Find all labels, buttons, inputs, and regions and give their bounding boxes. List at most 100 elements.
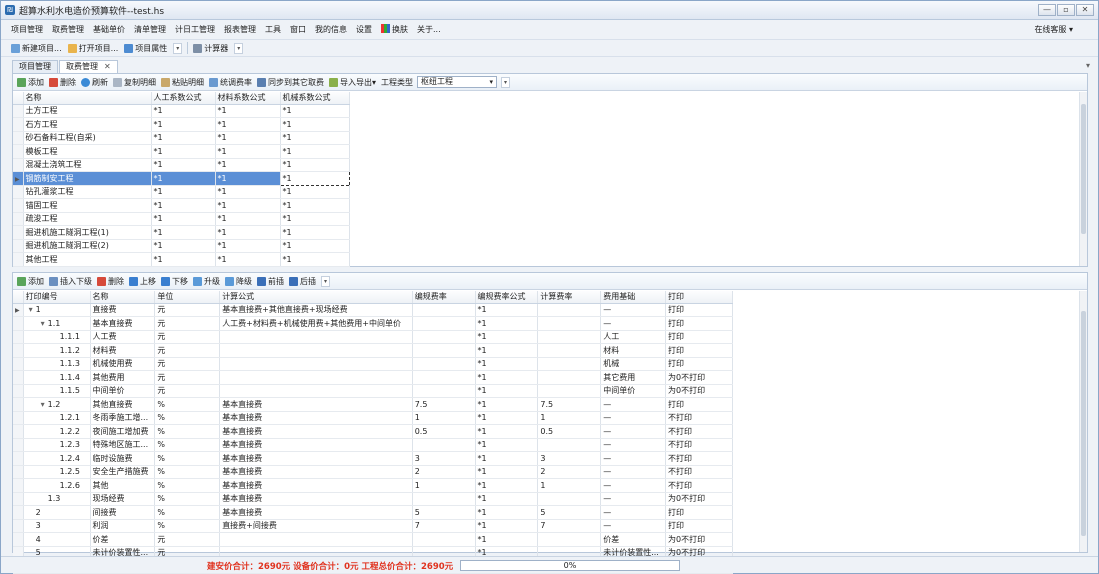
cell-unit[interactable]: % bbox=[154, 451, 221, 466]
col-rate-formula[interactable]: 编规费率公式 bbox=[475, 291, 539, 304]
upper-grid-row[interactable]: 掘进机施工隧洞工程(1) *1 *1 *1 bbox=[13, 225, 350, 240]
paste-detail-button[interactable]: 粘贴明细 bbox=[161, 77, 204, 88]
row-indicator[interactable] bbox=[13, 144, 24, 159]
cell-print[interactable]: 打印 bbox=[665, 330, 733, 344]
cell-labor-formula[interactable]: *1 bbox=[151, 225, 216, 240]
lower-grid-row[interactable]: 1.3 现场经费% 基本直接费 *1 — 为0不打印 bbox=[13, 492, 733, 506]
row-indicator[interactable] bbox=[13, 519, 24, 533]
cell-rate[interactable] bbox=[412, 330, 476, 344]
maximize-button[interactable]: ▫ bbox=[1057, 4, 1075, 16]
lower-grid-row[interactable]: 2 间接费% 基本直接费 5 *1 5— 打印 bbox=[13, 505, 733, 520]
cell-machine-formula[interactable]: *1 bbox=[280, 131, 350, 145]
cell-calc-rate[interactable]: 3 bbox=[537, 451, 602, 466]
cell-item-name[interactable]: 临时设施费 bbox=[90, 451, 156, 466]
expand-icon[interactable]: ▾ bbox=[26, 319, 48, 328]
cell-rate-formula[interactable]: *1 bbox=[475, 303, 539, 317]
cell-item-name[interactable]: 现场经费 bbox=[90, 492, 156, 506]
cell-item-name[interactable]: 材料费 bbox=[90, 343, 156, 358]
cell-item-name[interactable]: 人工费 bbox=[90, 330, 156, 344]
cell-formula[interactable]: 基本直接费 bbox=[219, 492, 413, 506]
lower-grid-row[interactable]: 1.1.5 中间单价元 *1 中间单价 为0不打印 bbox=[13, 384, 733, 398]
cell-print[interactable]: 不打印 bbox=[665, 424, 733, 439]
cell-print-code[interactable]: 1.1.1 bbox=[23, 330, 91, 344]
cell-machine-formula[interactable]: *1 bbox=[280, 252, 350, 267]
project-props-button[interactable]: 项目属性 bbox=[124, 43, 167, 54]
cell-unit[interactable]: 元 bbox=[154, 330, 221, 344]
col-formula[interactable]: 计算公式 bbox=[219, 291, 413, 304]
cell-name[interactable]: 掘进机施工隧洞工程(1) bbox=[23, 225, 152, 240]
upper-grid-row[interactable]: ▶ 钢筋制安工程 *1 *1 *1 bbox=[13, 171, 350, 186]
lower-delete-button[interactable]: 删除 bbox=[97, 276, 124, 287]
lower-add-button[interactable]: 添加 bbox=[17, 276, 44, 287]
cell-labor-formula[interactable]: *1 bbox=[151, 144, 216, 159]
cell-name[interactable]: 混凝土浇筑工程 bbox=[23, 158, 152, 172]
cell-machine-formula[interactable]: *1 bbox=[280, 144, 350, 159]
cell-machine-formula[interactable]: *1 bbox=[280, 239, 350, 253]
menu-daywork[interactable]: 计日工管理 bbox=[175, 24, 215, 35]
cell-print-code[interactable]: 1.1.3 bbox=[23, 357, 91, 371]
cell-print[interactable]: 打印 bbox=[665, 357, 733, 371]
cell-rate[interactable] bbox=[412, 438, 476, 452]
calculator-button[interactable]: 计算器 bbox=[193, 43, 228, 54]
cell-base[interactable]: — bbox=[600, 316, 667, 331]
cell-unit[interactable]: 元 bbox=[154, 357, 221, 371]
adjust-rate-button[interactable]: 统调费率 bbox=[209, 77, 252, 88]
add-button[interactable]: 添加 bbox=[17, 77, 44, 88]
menu-tools[interactable]: 工具 bbox=[265, 24, 281, 35]
cell-print[interactable]: 为0不打印 bbox=[665, 384, 733, 398]
cell-rate[interactable] bbox=[412, 370, 476, 385]
menu-about[interactable]: 关于... bbox=[417, 24, 441, 35]
lower-toolbar-dropdown[interactable]: ▾ bbox=[321, 275, 330, 287]
minimize-button[interactable]: — bbox=[1038, 4, 1056, 16]
cell-base[interactable]: 其它费用 bbox=[600, 370, 667, 385]
lower-grid-row[interactable]: ▾ 1.2 其他直接费% 基本直接费 7.5 *1 7.5— 打印 bbox=[13, 397, 733, 412]
move-up-button[interactable]: 上移 bbox=[129, 276, 156, 287]
row-indicator[interactable] bbox=[13, 330, 24, 344]
cell-print-code[interactable]: 1.2.1 bbox=[23, 411, 91, 425]
cell-unit[interactable]: 元 bbox=[154, 384, 221, 398]
cell-base[interactable]: — bbox=[600, 505, 667, 520]
cell-item-name[interactable]: 利润 bbox=[90, 519, 156, 533]
cell-calc-rate[interactable]: 0.5 bbox=[537, 424, 602, 439]
cell-name[interactable]: 石方工程 bbox=[23, 117, 152, 132]
upper-grid-row[interactable]: 石方工程 *1 *1 *1 bbox=[13, 117, 350, 132]
cell-item-name[interactable]: 特殊地区施工... bbox=[90, 438, 156, 452]
cell-print-code[interactable]: ▾ 1.2 bbox=[23, 397, 91, 412]
menu-project[interactable]: 项目管理 bbox=[11, 24, 43, 35]
cell-rate[interactable]: 0.5 bbox=[412, 424, 476, 439]
cell-formula[interactable] bbox=[219, 357, 413, 371]
row-indicator[interactable] bbox=[13, 370, 24, 385]
row-indicator[interactable] bbox=[13, 131, 24, 145]
cell-base[interactable]: — bbox=[600, 303, 667, 317]
cell-name[interactable]: 掘进机施工隧洞工程(2) bbox=[23, 239, 152, 253]
cell-item-name[interactable]: 其他费用 bbox=[90, 370, 156, 385]
cell-base[interactable]: — bbox=[600, 451, 667, 466]
tab-fee-management[interactable]: 取费管理 ✕ bbox=[59, 60, 118, 73]
cell-formula[interactable]: 基本直接费 bbox=[219, 478, 413, 493]
cell-unit[interactable]: % bbox=[154, 411, 221, 425]
col-calc-rate[interactable]: 计算费率 bbox=[537, 291, 602, 304]
cell-unit[interactable]: % bbox=[154, 424, 221, 439]
row-indicator[interactable] bbox=[13, 239, 24, 253]
cell-item-name[interactable]: 其他直接费 bbox=[90, 397, 156, 412]
delete-button[interactable]: 删除 bbox=[49, 77, 76, 88]
cell-rate[interactable]: 1 bbox=[412, 478, 476, 493]
lower-grid-row[interactable]: ▶ ▾ 1 直接费元基本直接费+其他直接费+现场经费 *1— 打印 bbox=[13, 303, 733, 317]
lower-grid-row[interactable]: 1.1.1 人工费元 *1 人工 打印 bbox=[13, 330, 733, 344]
cell-print-code[interactable]: ▾ 1 bbox=[23, 303, 91, 317]
cell-base[interactable]: — bbox=[600, 411, 667, 425]
lower-grid-row[interactable]: 1.2.3 特殊地区施工...% 基本直接费 *1 — 不打印 bbox=[13, 438, 733, 452]
cell-rate-formula[interactable]: *1 bbox=[475, 438, 539, 452]
cell-item-name[interactable]: 冬雨季施工增... bbox=[90, 411, 156, 425]
cell-labor-formula[interactable]: *1 bbox=[151, 131, 216, 145]
cell-rate[interactable] bbox=[412, 343, 476, 358]
cell-calc-rate[interactable] bbox=[537, 492, 602, 506]
cell-calc-rate[interactable]: 5 bbox=[537, 505, 602, 520]
upper-grid-row[interactable]: 砂石备料工程(自采) *1 *1 *1 bbox=[13, 131, 350, 145]
lower-grid-row[interactable]: 1.1.2 材料费元 *1 材料 打印 bbox=[13, 343, 733, 358]
menu-window[interactable]: 窗口 bbox=[290, 24, 306, 35]
insert-child-button[interactable]: 插入下级 bbox=[49, 276, 92, 287]
cell-rate-formula[interactable]: *1 bbox=[475, 505, 539, 520]
row-indicator[interactable] bbox=[13, 384, 24, 398]
cell-print[interactable]: 打印 bbox=[665, 519, 733, 533]
